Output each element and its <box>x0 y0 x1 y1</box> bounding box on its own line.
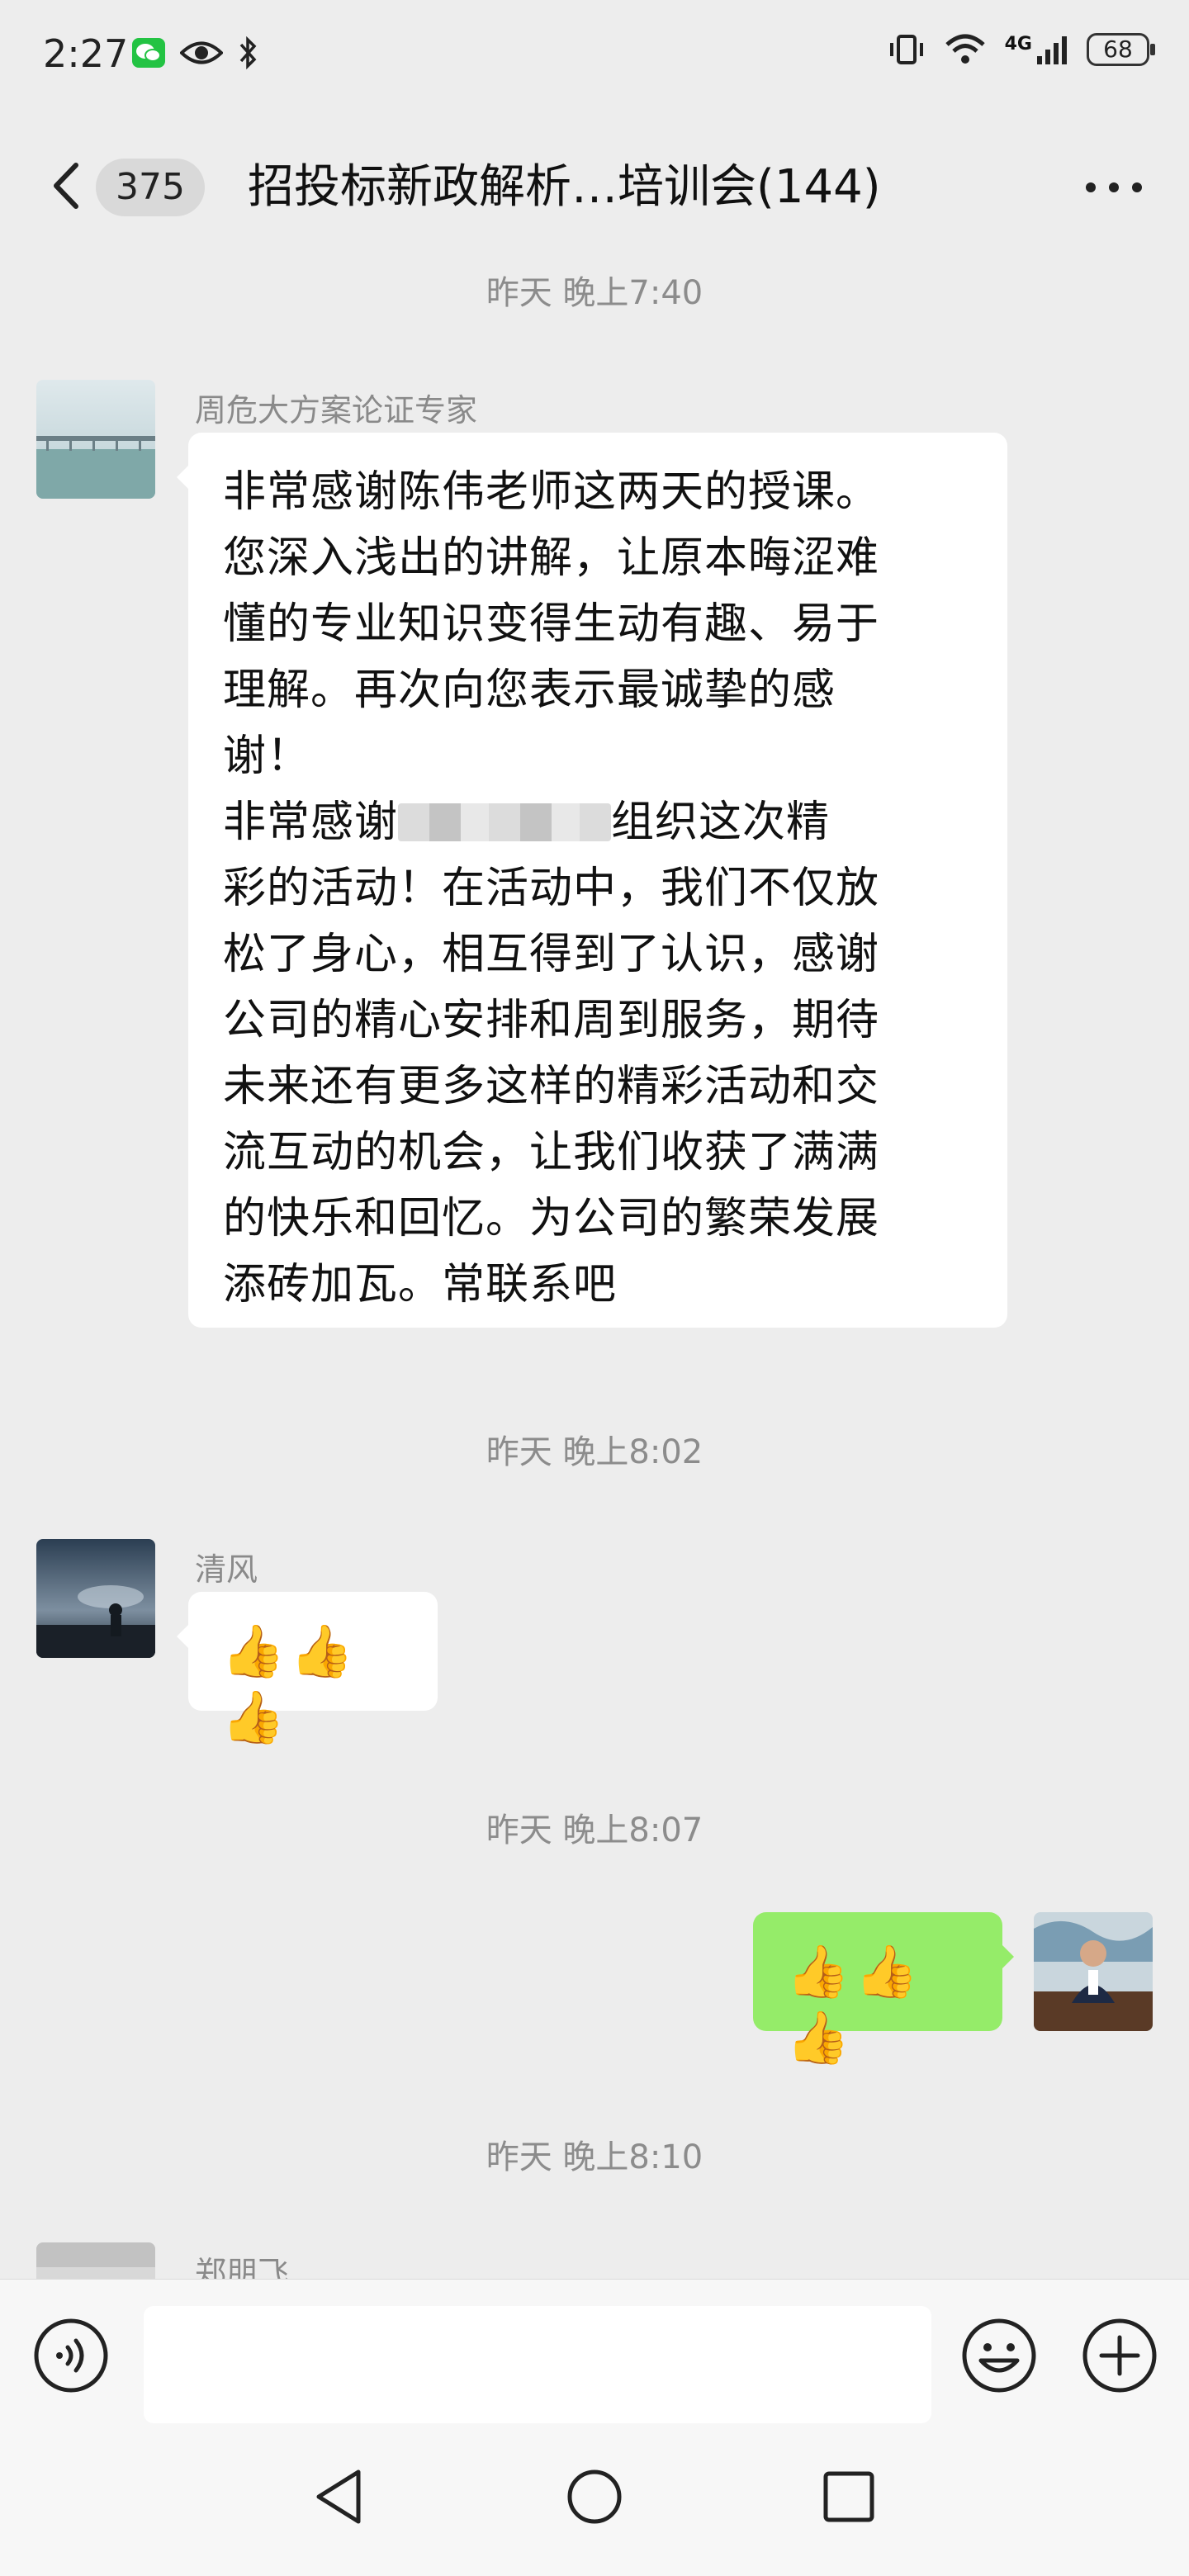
message-line-prefix: 非常感谢 <box>223 798 399 847</box>
recents-square-icon[interactable] <box>816 2464 882 2530</box>
thumbs-up-emoji: 👍👍👍 <box>221 1621 359 1747</box>
sender-name: 郑朋飞 <box>195 2255 290 2279</box>
unread-count-badge[interactable]: 375 <box>96 159 205 216</box>
sender-name: 周危大方案论证专家 <box>195 392 478 429</box>
signal-icon <box>1037 36 1067 64</box>
message-text: 非常感谢陈伟老师这两天的授课。 您深入浅出的讲解，让原本晦涩难 懂的专业知识变得… <box>223 459 973 1318</box>
message-line: 您深入浅出的讲解，让原本晦涩难 <box>223 533 880 583</box>
message-line: 非常感谢陈伟老师这两天的授课。 <box>223 467 880 517</box>
message-line: 流互动的机会，让我们收获了满满 <box>223 1128 880 1177</box>
message-bubble-outgoing[interactable]: 👍👍👍 <box>753 1912 1014 2067</box>
my-avatar[interactable] <box>1034 1912 1153 2031</box>
timestamp: 昨天 晚上7:40 <box>486 274 703 312</box>
avatar[interactable] <box>36 1539 155 1658</box>
avatar-image <box>36 1539 155 1658</box>
eye-icon <box>180 41 223 64</box>
avatar-image <box>1034 1912 1153 2031</box>
wifi-icon <box>945 34 985 64</box>
back-triangle-icon[interactable] <box>307 2464 373 2530</box>
status-bar: 2:27 4G 68 <box>0 0 1189 116</box>
emoji-icon[interactable] <box>961 2318 1037 2394</box>
message-line: 未来还有更多这样的精彩活动和交 <box>223 1062 880 1111</box>
message-bubble[interactable]: 👍👍👍 <box>177 1592 438 1747</box>
status-left-icons <box>132 36 258 69</box>
thumbs-up-emoji: 👍👍👍 <box>786 1941 924 2067</box>
battery-indicator: 68 <box>1087 33 1155 66</box>
message-line: 谢！ <box>223 732 311 781</box>
avatar-image <box>36 380 155 499</box>
avatar[interactable] <box>36 2242 155 2279</box>
message-line: 松了身心，相互得到了认识，感谢 <box>223 930 880 979</box>
message-line-redacted: 非常感谢 组织这次精 <box>223 789 973 855</box>
message-line: 公司的精心安排和周到服务，期待 <box>223 996 880 1045</box>
chat-title: 招投标新政解析…培训会(144) <box>248 160 881 214</box>
more-horizontal-icon[interactable] <box>1085 182 1143 193</box>
system-navigation-bar <box>0 2427 1189 2576</box>
avatar[interactable] <box>36 380 155 499</box>
status-right-icons: 4G 68 <box>888 33 1155 66</box>
message-line: 彩的活动！在活动中，我们不仅放 <box>223 864 880 913</box>
home-circle-icon[interactable] <box>561 2464 628 2530</box>
timestamp: 昨天 晚上8:02 <box>486 1433 703 1471</box>
message-list[interactable]: 昨天 晚上7:40 周危大方案论证专家 非常感谢陈伟老师这两天的授课。 您深入浅… <box>0 248 1189 2279</box>
voice-icon[interactable] <box>33 2318 109 2394</box>
chat-header: 375 招投标新政解析…培训会(144) <box>0 124 1189 248</box>
network-type: 4G <box>1004 33 1032 54</box>
plus-icon[interactable] <box>1082 2318 1158 2394</box>
vibrate-icon <box>889 35 923 64</box>
sender-name: 清风 <box>195 1551 258 1588</box>
message-line: 懂的专业知识变得生动有趣、易于 <box>223 599 880 649</box>
message-line: 的快乐和回忆。为公司的繁荣发展 <box>223 1194 880 1243</box>
redacted-area <box>398 803 612 841</box>
message-line: 添砖加瓦。常联系吧 <box>223 1260 618 1309</box>
message-line: 理解。再次向您表示最诚挚的感 <box>223 665 836 715</box>
avatar-image <box>36 2242 155 2279</box>
bluetooth-icon <box>239 36 257 69</box>
wechat-icon <box>132 38 165 68</box>
timestamp: 昨天 晚上8:10 <box>486 2138 703 2176</box>
message-input[interactable] <box>144 2306 931 2423</box>
chevron-left-icon[interactable] <box>46 159 96 213</box>
timestamp: 昨天 晚上8:07 <box>486 1811 703 1849</box>
status-time: 2:27 <box>43 31 129 76</box>
input-bar <box>0 2279 1189 2428</box>
message-line-suffix: 组织这次精 <box>611 798 831 847</box>
message-bubble[interactable]: 非常感谢陈伟老师这两天的授课。 您深入浅出的讲解，让原本晦涩难 懂的专业知识变得… <box>177 433 1007 1328</box>
